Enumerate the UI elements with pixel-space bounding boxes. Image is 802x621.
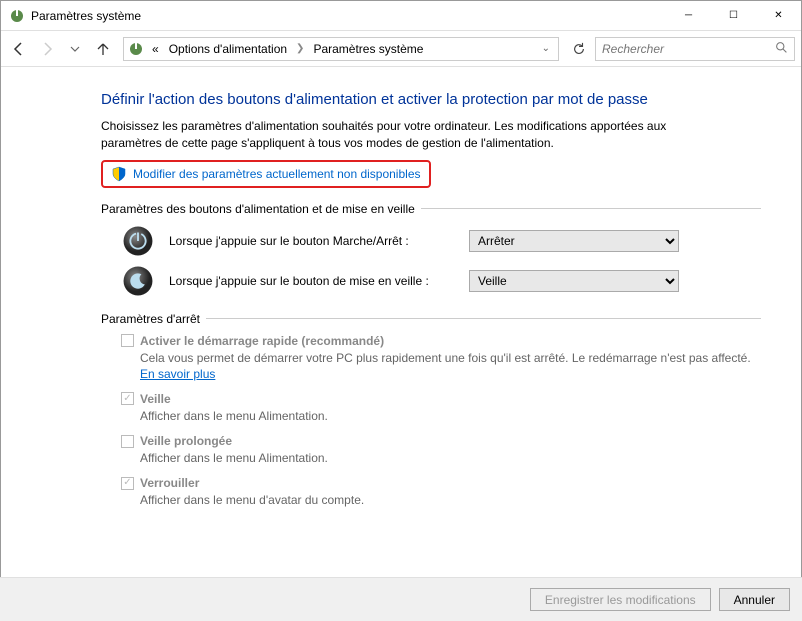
fastboot-item: Activer le démarrage rapide (recommandé)… bbox=[121, 334, 761, 382]
lock-label: Verrouiller bbox=[140, 476, 199, 490]
breadcrumb-item-0[interactable]: Options d'alimentation bbox=[165, 40, 291, 58]
address-bar[interactable]: « Options d'alimentation ❯ Paramètres sy… bbox=[123, 37, 559, 61]
close-button[interactable]: ✕ bbox=[756, 1, 801, 30]
lock-item: ✓ Verrouiller Afficher dans le menu d'av… bbox=[121, 476, 761, 508]
sleep-button-select[interactable]: Veille bbox=[469, 270, 679, 292]
power-icon bbox=[121, 224, 155, 258]
page-heading: Définir l'action des boutons d'alimentat… bbox=[101, 91, 761, 108]
search-input[interactable] bbox=[602, 42, 775, 56]
footer: Enregistrer les modifications Annuler bbox=[0, 577, 802, 621]
hibernate-checkbox bbox=[121, 435, 134, 448]
up-button[interactable] bbox=[91, 37, 115, 61]
window-title: Paramètres système bbox=[31, 9, 666, 23]
fastboot-learnmore-link[interactable]: En savoir plus bbox=[140, 367, 215, 381]
minimize-button[interactable]: ─ bbox=[666, 1, 711, 30]
sleep-label: Veille bbox=[140, 392, 171, 406]
admin-link-text: Modifier des paramètres actuellement non… bbox=[133, 167, 421, 181]
app-icon bbox=[9, 8, 25, 24]
chevron-right-icon: ❯ bbox=[293, 43, 307, 54]
breadcrumb-prefix[interactable]: « bbox=[148, 40, 163, 58]
shutdown-legend: Paramètres d'arrêt bbox=[101, 312, 761, 326]
page-description: Choisissez les paramètres d'alimentation… bbox=[101, 118, 721, 152]
refresh-button[interactable] bbox=[567, 37, 591, 61]
search-box[interactable] bbox=[595, 37, 795, 61]
sleep-button-label: Lorsque j'appuie sur le bouton de mise e… bbox=[169, 274, 469, 288]
power-button-label: Lorsque j'appuie sur le bouton Marche/Ar… bbox=[169, 234, 469, 248]
hibernate-item: Veille prolongée Afficher dans le menu A… bbox=[121, 434, 761, 466]
power-buttons-legend: Paramètres des boutons d'alimentation et… bbox=[101, 202, 761, 216]
sleep-desc: Afficher dans le menu Alimentation. bbox=[140, 408, 761, 424]
sleep-icon bbox=[121, 264, 155, 298]
address-dropdown[interactable]: ⌄ bbox=[538, 43, 554, 54]
recent-dropdown[interactable] bbox=[63, 37, 87, 61]
sleep-checkbox: ✓ bbox=[121, 392, 134, 405]
shield-icon bbox=[111, 166, 127, 182]
save-button: Enregistrer les modifications bbox=[530, 588, 711, 611]
breadcrumb-icon bbox=[128, 41, 144, 57]
sleep-button-row: Lorsque j'appuie sur le bouton de mise e… bbox=[121, 264, 761, 298]
hibernate-label: Veille prolongée bbox=[140, 434, 232, 448]
breadcrumb-item-1[interactable]: Paramètres système bbox=[309, 40, 427, 58]
fastboot-label: Activer le démarrage rapide (recommandé) bbox=[140, 334, 384, 348]
search-icon[interactable] bbox=[775, 41, 788, 57]
sleep-item: ✓ Veille Afficher dans le menu Alimentat… bbox=[121, 392, 761, 424]
titlebar: Paramètres système ─ ☐ ✕ bbox=[1, 1, 801, 31]
cancel-button[interactable]: Annuler bbox=[719, 588, 790, 611]
fastboot-desc: Cela vous permet de démarrer votre PC pl… bbox=[140, 350, 761, 382]
power-buttons-section: Paramètres des boutons d'alimentation et… bbox=[101, 202, 761, 298]
power-button-row: Lorsque j'appuie sur le bouton Marche/Ar… bbox=[121, 224, 761, 258]
back-button[interactable] bbox=[7, 37, 31, 61]
main-content: Définir l'action des boutons d'alimentat… bbox=[1, 67, 801, 577]
hibernate-desc: Afficher dans le menu Alimentation. bbox=[140, 450, 761, 466]
lock-checkbox: ✓ bbox=[121, 477, 134, 490]
admin-privilege-link[interactable]: Modifier des paramètres actuellement non… bbox=[101, 160, 431, 188]
fastboot-checkbox bbox=[121, 334, 134, 347]
forward-button bbox=[35, 37, 59, 61]
nav-toolbar: « Options d'alimentation ❯ Paramètres sy… bbox=[1, 31, 801, 67]
shutdown-section: Paramètres d'arrêt Activer le démarrage … bbox=[101, 312, 761, 509]
maximize-button[interactable]: ☐ bbox=[711, 1, 756, 30]
power-button-select[interactable]: Arrêter bbox=[469, 230, 679, 252]
lock-desc: Afficher dans le menu d'avatar du compte… bbox=[140, 492, 761, 508]
